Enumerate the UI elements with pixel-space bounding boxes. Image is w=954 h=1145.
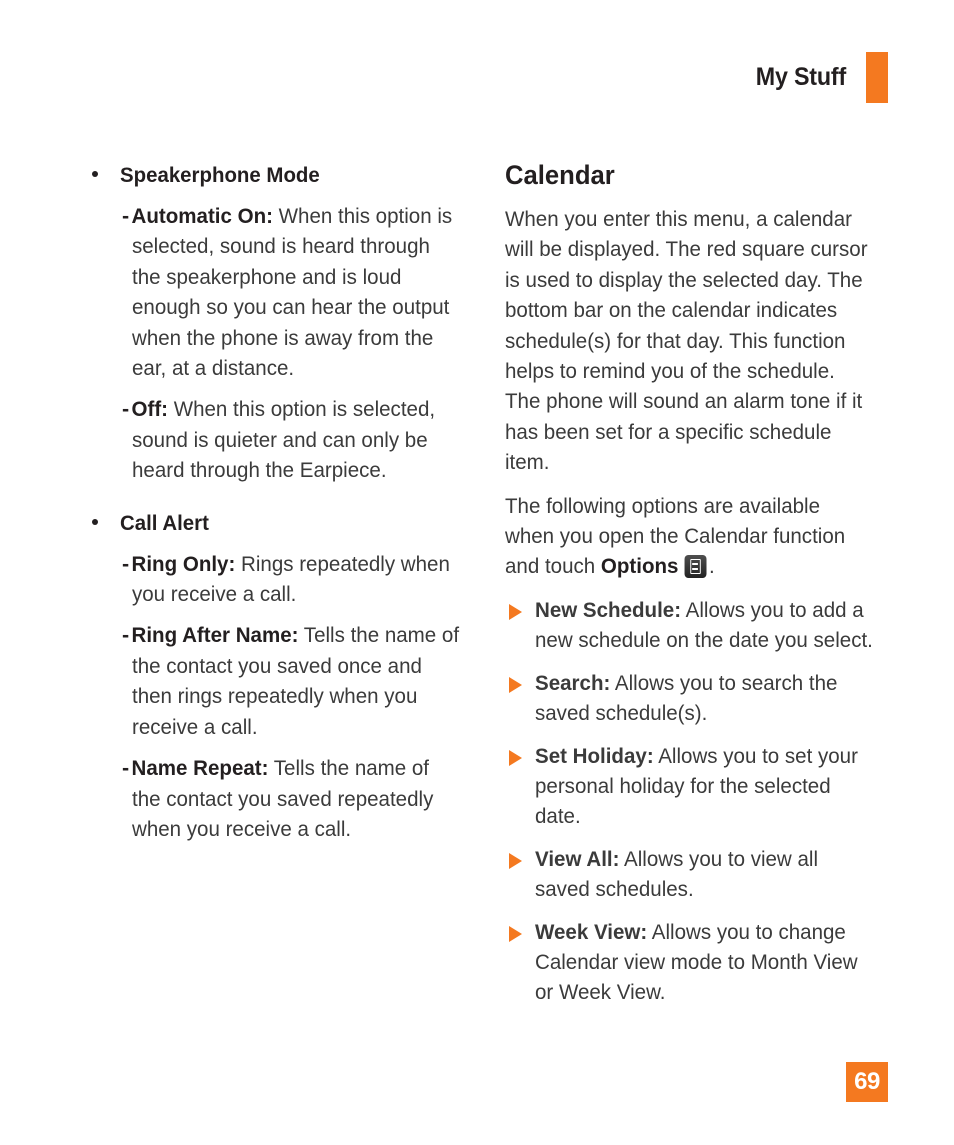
page-number-badge: 69: [846, 1062, 888, 1102]
list-item: Speakerphone Mode: [88, 160, 478, 190]
list-item: - Ring Only: Rings repeatedly when you r…: [88, 549, 478, 610]
triangle-bullet-icon: [509, 749, 522, 766]
sub-item-term: Ring Only:: [131, 551, 236, 576]
list-item: Search: Allows you to search the saved s…: [505, 668, 890, 729]
option-text: View All: Allows you to view all saved s…: [535, 844, 874, 905]
sub-item-text: Ring Only: Rings repeatedly when you rec…: [132, 549, 462, 610]
header-accent-bar: [866, 52, 888, 103]
sub-item-term: Ring After Name:: [131, 623, 299, 648]
list-item: - Ring After Name: Tells the name of the…: [88, 620, 478, 742]
option-term: Set Holiday:: [535, 743, 654, 768]
sub-item-term: Off:: [131, 397, 169, 422]
sub-item-desc: When this option is selected, sound is h…: [132, 204, 453, 381]
list-item: View All: Allows you to view all saved s…: [505, 844, 890, 905]
group-label: Call Alert: [120, 510, 209, 535]
intro-paragraph: When you enter this menu, a calendar wil…: [505, 207, 868, 475]
option-term: Week View:: [535, 919, 648, 944]
option-text: New Schedule: Allows you to add a new sc…: [535, 595, 874, 656]
group-label: Speakerphone Mode: [120, 163, 320, 187]
list-item: - Name Repeat: Tells the name of the con…: [88, 753, 478, 844]
triangle-bullet-icon: [509, 852, 522, 869]
sub-item-term: Name Repeat:: [131, 756, 269, 781]
options-menu-glyph: [689, 559, 701, 575]
list-item: - Automatic On: When this option is sele…: [88, 201, 478, 383]
options-paragraph: The following options are available when…: [505, 491, 873, 582]
sub-item-text: Name Repeat: Tells the name of the conta…: [132, 753, 462, 844]
sub-item-term: Automatic On:: [131, 204, 273, 228]
bullet-dot-icon: [92, 518, 98, 525]
sub-item-text: Off: When this option is selected, sound…: [132, 394, 462, 485]
sub-item-text: Ring After Name: Tells the name of the c…: [132, 620, 462, 742]
list-item: Call Alert: [88, 508, 478, 538]
list-item: - Off: When this option is selected, sou…: [88, 394, 478, 485]
list-item: New Schedule: Allows you to add a new sc…: [505, 595, 890, 656]
option-text: Search: Allows you to search the saved s…: [535, 668, 874, 729]
option-term: View All:: [535, 846, 620, 871]
triangle-bullet-icon: [509, 603, 522, 620]
left-column: Speakerphone Mode - Automatic On: When t…: [88, 160, 478, 844]
right-column: Calendar When you enter this menu, a cal…: [505, 160, 890, 1020]
dash-marker-icon: -: [122, 551, 130, 576]
options-paragraph-post: .: [709, 554, 715, 579]
options-menu-icon: [684, 555, 707, 579]
option-text: Week View: Allows you to change Calendar…: [535, 917, 874, 1008]
list-item: Week View: Allows you to change Calendar…: [505, 917, 890, 1008]
option-text: Set Holiday: Allows you to set your pers…: [535, 741, 874, 832]
dash-marker-icon: -: [122, 623, 130, 648]
page-running-header: My Stuff: [749, 52, 888, 103]
options-label: Options: [600, 554, 679, 579]
section-heading: Calendar: [505, 160, 615, 190]
list-item: Set Holiday: Allows you to set your pers…: [505, 741, 890, 832]
bullet-dot-icon: [92, 171, 98, 177]
option-term: New Schedule:: [535, 597, 682, 622]
dash-marker-icon: -: [122, 397, 130, 422]
dash-marker-icon: -: [122, 756, 130, 781]
sub-item-desc: When this option is selected, sound is q…: [132, 397, 436, 483]
option-term: Search:: [535, 670, 611, 695]
triangle-bullet-icon: [509, 676, 522, 693]
page-title: My Stuff: [755, 63, 846, 91]
sub-item-text: Automatic On: When this option is select…: [132, 201, 462, 383]
dash-marker-icon: -: [122, 204, 130, 228]
triangle-bullet-icon: [509, 925, 522, 942]
